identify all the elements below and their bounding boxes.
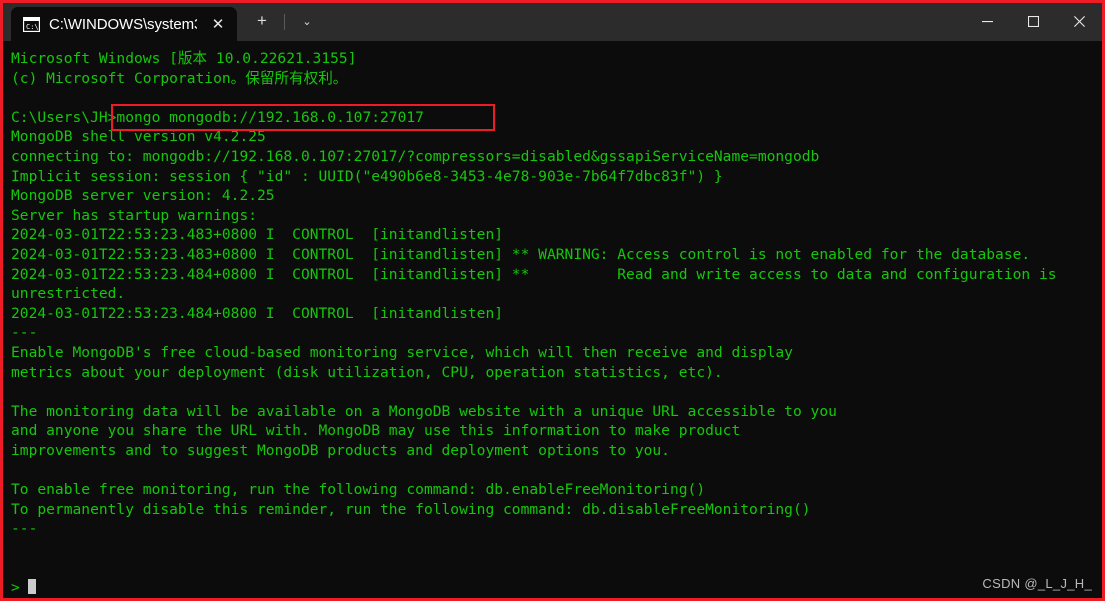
terminal-line: 2024-03-01T22:53:23.483+0800 I CONTROL [… — [11, 226, 504, 244]
maximize-button[interactable] — [1010, 3, 1056, 39]
terminal-line: The monitoring data will be available on… — [11, 402, 837, 420]
close-button[interactable] — [1056, 3, 1102, 39]
new-tab-button[interactable]: + — [245, 4, 279, 38]
tab-title: C:\WINDOWS\system32 — [49, 15, 197, 33]
terminal-line: Server has startup warnings: — [11, 206, 258, 224]
shell-prompt-line[interactable]: > — [11, 578, 1102, 598]
terminal-line-command: C:\Users\JH>mongo mongodb://192.168.0.10… — [11, 108, 424, 126]
terminal-line: 2024-03-01T22:53:23.484+0800 I CONTROL [… — [11, 265, 1057, 283]
chevron-down-icon[interactable]: ⌄ — [290, 4, 324, 38]
terminal-line: To permanently disable this reminder, ru… — [11, 500, 811, 518]
terminal-line: To enable free monitoring, run the follo… — [11, 481, 706, 499]
terminal-line: --- — [11, 520, 38, 538]
tab-strip: C:\ C:\WINDOWS\system32 ✕ + ⌄ — [3, 3, 324, 41]
terminal-line: connecting to: mongodb://192.168.0.107:2… — [11, 147, 820, 165]
terminal-line: MongoDB server version: 4.2.25 — [11, 187, 275, 205]
terminal-line: 2024-03-01T22:53:23.484+0800 I CONTROL [… — [11, 304, 504, 322]
terminal-line: unrestricted. — [11, 285, 126, 303]
terminal-output[interactable]: Microsoft Windows [版本 10.0.22621.3155] (… — [3, 41, 1102, 598]
watermark: CSDN @_L_J_H_ — [982, 576, 1092, 591]
terminal-window: C:\ C:\WINDOWS\system32 ✕ + ⌄ Microsoft … — [0, 0, 1105, 601]
terminal-line: and anyone you share the URL with. Mongo… — [11, 422, 741, 440]
tab-divider — [284, 14, 285, 30]
window-controls — [964, 3, 1102, 41]
minimize-button[interactable] — [964, 3, 1010, 39]
terminal-line: Microsoft Windows [版本 10.0.22621.3155] — [11, 50, 357, 67]
terminal-line: Implicit session: session { "id" : UUID(… — [11, 167, 723, 185]
terminal-line: 2024-03-01T22:53:23.483+0800 I CONTROL [… — [11, 245, 1031, 263]
terminal-line: --- — [11, 324, 38, 342]
title-bar: C:\ C:\WINDOWS\system32 ✕ + ⌄ — [3, 3, 1102, 41]
prompt-symbol: > — [11, 579, 20, 597]
text-cursor — [27, 579, 36, 595]
terminal-line: improvements and to suggest MongoDB prod… — [11, 441, 670, 459]
svg-text:C:\: C:\ — [26, 23, 39, 31]
new-tab-group: + ⌄ — [237, 3, 324, 41]
terminal-line: Enable MongoDB's free cloud-based monito… — [11, 343, 793, 361]
terminal-line: MongoDB shell version v4.2.25 — [11, 128, 266, 146]
tab-close-icon[interactable]: ✕ — [205, 11, 231, 37]
terminal-line: metrics about your deployment (disk util… — [11, 363, 723, 381]
terminal-line: (c) Microsoft Corporation。保留所有权利。 — [11, 69, 348, 87]
console-icon: C:\ — [22, 16, 41, 32]
tab-console[interactable]: C:\ C:\WINDOWS\system32 ✕ — [11, 7, 237, 41]
